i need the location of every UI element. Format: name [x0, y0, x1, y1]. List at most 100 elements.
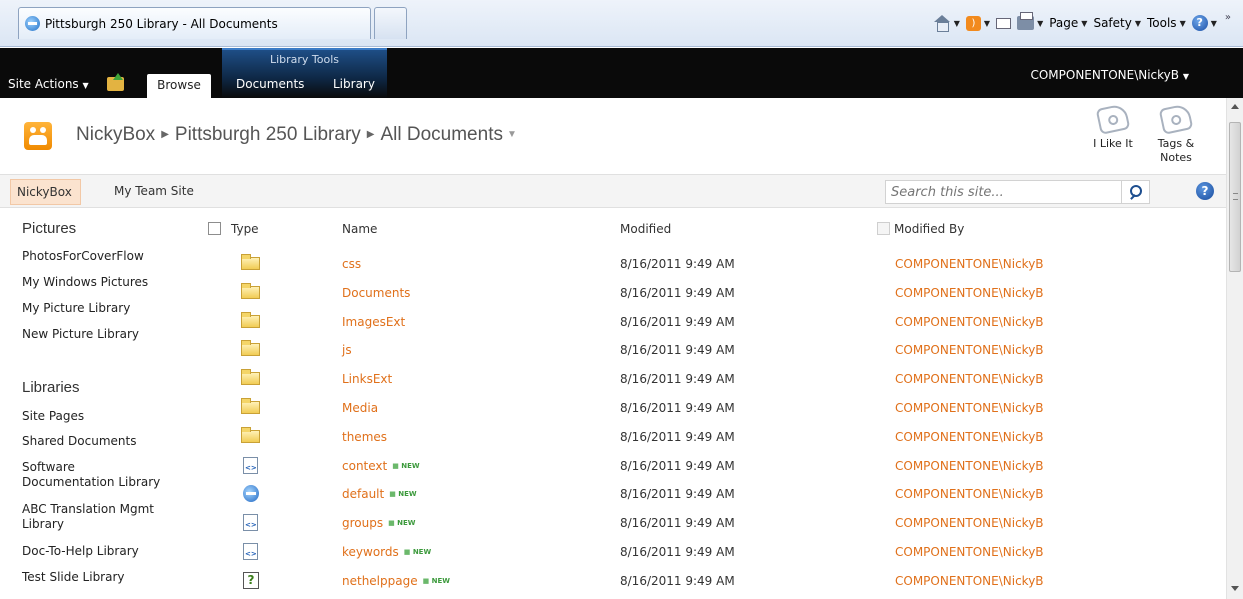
- i-like-it-button[interactable]: I Like It: [1088, 103, 1138, 151]
- quicklaunch-item[interactable]: ABC Translation Mgmt Library: [0, 502, 154, 532]
- search-input[interactable]: [886, 181, 1116, 203]
- name-cell[interactable]: keywords NEW: [342, 545, 431, 561]
- column-header-modified[interactable]: Modified: [620, 222, 671, 236]
- name-cell[interactable]: ImagesExt: [342, 315, 405, 329]
- quicklaunch-item[interactable]: Software Documentation Library: [0, 460, 160, 490]
- tools-menu[interactable]: Tools ▼: [1147, 16, 1186, 30]
- item-name-link[interactable]: Documents: [342, 286, 410, 300]
- item-name-link[interactable]: themes: [342, 430, 387, 444]
- breadcrumb-site[interactable]: NickyBox: [76, 124, 155, 145]
- quicklaunch-item[interactable]: Doc-To-Help Library: [0, 544, 139, 559]
- quicklaunch-item[interactable]: Shared Documents: [0, 434, 136, 449]
- modified-by-link[interactable]: COMPONENTONE\NickyB: [895, 257, 1044, 271]
- browser-tab-active[interactable]: Pittsburgh 250 Library - All Documents: [18, 7, 371, 39]
- item-name-link[interactable]: LinksExt: [342, 372, 392, 386]
- column-header-modified-by[interactable]: Modified By: [877, 222, 964, 236]
- table-row[interactable]: Media 8/16/2011 9:49 AM COMPONENTONE\Nicky…: [198, 398, 1226, 430]
- table-row[interactable]: keywords NEW 8/16/2011 9:49 AM COMPONENTONE…: [198, 543, 1226, 574]
- item-name-link[interactable]: groups: [342, 516, 383, 530]
- search-icon[interactable]: [1121, 181, 1149, 203]
- print-button[interactable]: ▼: [1017, 12, 1043, 30]
- home-button[interactable]: ▼: [933, 15, 960, 32]
- quicklaunch-item[interactable]: My Picture Library: [0, 301, 130, 316]
- modified-by-link[interactable]: COMPONENTONE\NickyB: [895, 487, 1044, 501]
- quicklaunch-heading-pictures[interactable]: Pictures: [0, 220, 76, 237]
- column-header-name[interactable]: Name: [342, 222, 377, 236]
- help-icon[interactable]: ?: [1196, 182, 1214, 200]
- item-name-link[interactable]: keywords: [342, 545, 399, 559]
- table-row[interactable]: Documents 8/16/2011 9:49 AM COMPONENTONE\N…: [198, 283, 1226, 315]
- quicklaunch-item[interactable]: New Picture Library: [0, 327, 139, 342]
- safety-menu[interactable]: Safety ▼: [1093, 16, 1141, 30]
- table-row[interactable]: context NEW 8/16/2011 9:49 AM COMPONENTONE\…: [198, 457, 1226, 488]
- modified-by-link[interactable]: COMPONENTONE\NickyB: [895, 372, 1044, 386]
- name-cell[interactable]: LinksExt: [342, 372, 392, 386]
- table-row[interactable]: css 8/16/2011 9:49 AM COMPONENTONE\NickyB: [198, 254, 1226, 286]
- name-cell[interactable]: default NEW: [342, 487, 417, 503]
- table-row[interactable]: ImagesExt 8/16/2011 9:49 AM COMPONENTONE\N…: [198, 312, 1226, 344]
- item-name-link[interactable]: js: [342, 343, 352, 357]
- item-name-link[interactable]: context: [342, 459, 387, 473]
- vertical-scrollbar[interactable]: [1226, 98, 1243, 599]
- name-cell[interactable]: themes: [342, 430, 387, 444]
- item-name-link[interactable]: ImagesExt: [342, 315, 405, 329]
- modified-by-link[interactable]: COMPONENTONE\NickyB: [895, 343, 1044, 357]
- new-tab-button[interactable]: [374, 7, 407, 39]
- name-cell[interactable]: context NEW: [342, 459, 420, 475]
- feeds-button[interactable]: ) ▼: [965, 15, 990, 31]
- breadcrumb-library[interactable]: Pittsburgh 250 Library: [175, 124, 361, 145]
- breadcrumb-view[interactable]: All Documents: [380, 124, 503, 145]
- site-logo-icon[interactable]: [24, 122, 52, 150]
- topnav-item-my-team-site[interactable]: My Team Site: [114, 184, 194, 198]
- item-name-link[interactable]: nethelppage: [342, 574, 418, 588]
- scrollbar-thumb[interactable]: [1229, 122, 1241, 272]
- topnav-item-nickybox[interactable]: NickyBox: [10, 179, 81, 205]
- more-commands-button[interactable]: »: [1225, 12, 1231, 23]
- tags-notes-button[interactable]: Tags & Notes: [1150, 103, 1202, 165]
- scroll-down-arrow-icon[interactable]: [1231, 586, 1239, 591]
- select-all-checkbox[interactable]: [208, 222, 221, 235]
- modified-by-link[interactable]: COMPONENTONE\NickyB: [895, 516, 1044, 530]
- quicklaunch-item[interactable]: Test Slide Library: [0, 570, 125, 585]
- tab-documents[interactable]: Documents: [236, 77, 304, 91]
- table-row[interactable]: default NEW 8/16/2011 9:49 AM COMPONENTONE\…: [198, 485, 1226, 516]
- table-row[interactable]: groups NEW 8/16/2011 9:49 AM COMPONENTONE\N…: [198, 514, 1226, 545]
- modified-by-link[interactable]: COMPONENTONE\NickyB: [895, 430, 1044, 444]
- help-menu[interactable]: ? ▼: [1191, 15, 1217, 31]
- tab-browse[interactable]: Browse: [147, 74, 211, 98]
- tab-library[interactable]: Library: [333, 77, 375, 91]
- user-menu[interactable]: COMPONENTONE\NickyB ▼: [1030, 68, 1189, 82]
- modified-by-link[interactable]: COMPONENTONE\NickyB: [895, 574, 1044, 588]
- item-name-link[interactable]: css: [342, 257, 361, 271]
- quicklaunch-heading-libraries[interactable]: Libraries: [0, 379, 80, 396]
- table-row[interactable]: themes 8/16/2011 9:49 AM COMPONENTONE\Nick…: [198, 427, 1226, 459]
- read-mail-button[interactable]: [996, 17, 1012, 29]
- name-cell[interactable]: css: [342, 257, 361, 271]
- name-cell[interactable]: Documents: [342, 286, 410, 300]
- modified-by-link[interactable]: COMPONENTONE\NickyB: [895, 545, 1044, 559]
- table-row[interactable]: ? nethelppage NEW 8/16/2011 9:49 AM COMPONEN…: [198, 572, 1226, 599]
- name-cell[interactable]: Media: [342, 401, 378, 415]
- item-name-link[interactable]: Media: [342, 401, 378, 415]
- modified-by-link[interactable]: COMPONENTONE\NickyB: [895, 286, 1044, 300]
- modified-by-link[interactable]: COMPONENTONE\NickyB: [895, 401, 1044, 415]
- modified-by-link[interactable]: COMPONENTONE\NickyB: [895, 459, 1044, 473]
- quicklaunch-item[interactable]: Site Pages: [0, 409, 84, 424]
- navigate-up-icon[interactable]: [107, 73, 124, 91]
- scroll-up-arrow-icon[interactable]: [1231, 104, 1239, 109]
- view-dropdown-icon[interactable]: ▼: [507, 129, 517, 140]
- type-cell: [241, 398, 260, 414]
- name-cell[interactable]: nethelppage NEW: [342, 574, 450, 590]
- table-row[interactable]: LinksExt 8/16/2011 9:49 AM COMPONENTONE\Ni…: [198, 369, 1226, 401]
- modified-cell: 8/16/2011 9:49 AM: [620, 372, 735, 386]
- page-menu[interactable]: Page ▼: [1049, 16, 1087, 30]
- name-cell[interactable]: groups NEW: [342, 516, 416, 532]
- quicklaunch-item[interactable]: PhotosForCoverFlow: [0, 249, 144, 264]
- quicklaunch-item[interactable]: My Windows Pictures: [0, 275, 148, 290]
- site-actions-menu[interactable]: Site Actions ▼: [8, 77, 89, 91]
- column-header-type[interactable]: Type: [208, 222, 259, 236]
- name-cell[interactable]: js: [342, 343, 352, 357]
- item-name-link[interactable]: default: [342, 487, 384, 501]
- table-row[interactable]: js 8/16/2011 9:49 AM COMPONENTONE\NickyB: [198, 340, 1226, 372]
- modified-by-link[interactable]: COMPONENTONE\NickyB: [895, 315, 1044, 329]
